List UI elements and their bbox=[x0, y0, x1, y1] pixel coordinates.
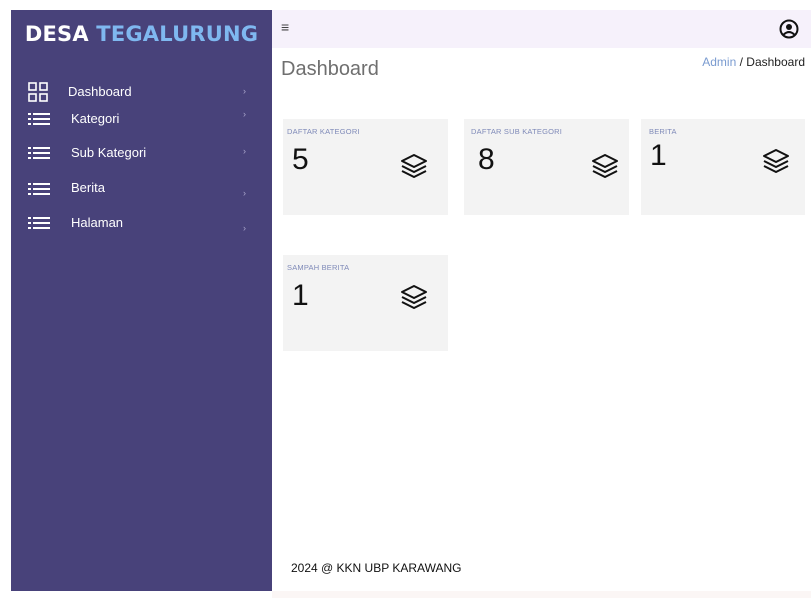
stat-card-sampah-berita[interactable]: SAMPAH BERITA 1 bbox=[283, 255, 448, 351]
sidebar-item-kategori[interactable]: Kategori › bbox=[11, 109, 272, 137]
stat-card-berita[interactable]: BERITA 1 bbox=[641, 119, 805, 215]
brand-name-part1: DESA bbox=[24, 22, 89, 46]
hamburger-menu-icon[interactable]: ≡ bbox=[281, 19, 289, 35]
card-value: 1 bbox=[650, 139, 667, 172]
chevron-right-icon: › bbox=[243, 86, 246, 96]
grid-icon bbox=[28, 82, 48, 107]
list-icon bbox=[28, 146, 50, 165]
list-icon bbox=[28, 112, 50, 131]
card-value: 1 bbox=[292, 279, 309, 312]
brand-logo: DESA TEGALURUNG bbox=[11, 22, 272, 46]
sidebar-item-label: Halaman bbox=[71, 215, 124, 230]
card-value: 8 bbox=[478, 143, 495, 176]
card-label: DAFTAR KATEGORI bbox=[287, 127, 360, 136]
chevron-right-icon: › bbox=[243, 188, 246, 198]
sidebar-item-label: Sub Kategori bbox=[71, 145, 147, 160]
sidebar-item-sub-kategori[interactable]: Sub Kategori › bbox=[11, 143, 272, 171]
layers-icon bbox=[762, 148, 790, 179]
top-bar: ≡ bbox=[272, 10, 811, 48]
sidebar-item-label: Kategori bbox=[71, 111, 120, 126]
card-label: SAMPAH BERITA bbox=[287, 263, 350, 272]
stat-card-daftar-sub-kategori[interactable]: DAFTAR SUB KATEGORI 8 bbox=[464, 119, 629, 215]
breadcrumb-link-admin[interactable]: Admin bbox=[702, 55, 736, 69]
bottom-strip bbox=[272, 591, 811, 598]
stat-card-daftar-kategori[interactable]: DAFTAR KATEGORI 5 bbox=[283, 119, 448, 215]
sidebar-item-dashboard[interactable]: Dashboard › bbox=[11, 78, 272, 106]
footer-text: 2024 @ KKN UBP KARAWANG bbox=[291, 561, 462, 575]
list-icon bbox=[28, 182, 50, 201]
sidebar: DESA TEGALURUNG Dashboard › Kategori › S… bbox=[11, 10, 272, 591]
chevron-right-icon: › bbox=[243, 146, 246, 156]
breadcrumb-separator: / bbox=[736, 55, 747, 69]
card-value: 5 bbox=[292, 143, 309, 176]
page-title: Dashboard bbox=[281, 58, 379, 80]
card-label: BERITA bbox=[649, 127, 677, 136]
brand-name-part2: TEGALURUNG bbox=[96, 22, 259, 46]
sidebar-item-berita[interactable]: Berita › bbox=[11, 178, 272, 206]
breadcrumb: Admin / Dashboard bbox=[702, 55, 805, 69]
list-icon bbox=[28, 216, 50, 235]
card-label: DAFTAR SUB KATEGORI bbox=[471, 127, 563, 136]
layers-icon bbox=[591, 153, 619, 184]
sidebar-item-label: Berita bbox=[71, 180, 105, 195]
layers-icon bbox=[400, 153, 428, 184]
sidebar-item-halaman[interactable]: Halaman › bbox=[11, 213, 272, 241]
user-circle-icon[interactable] bbox=[779, 19, 799, 44]
sidebar-item-label: Dashboard bbox=[68, 84, 132, 99]
chevron-right-icon: › bbox=[243, 223, 246, 233]
chevron-right-icon: › bbox=[243, 109, 246, 119]
breadcrumb-current: Dashboard bbox=[746, 55, 805, 69]
layers-icon bbox=[400, 284, 428, 315]
